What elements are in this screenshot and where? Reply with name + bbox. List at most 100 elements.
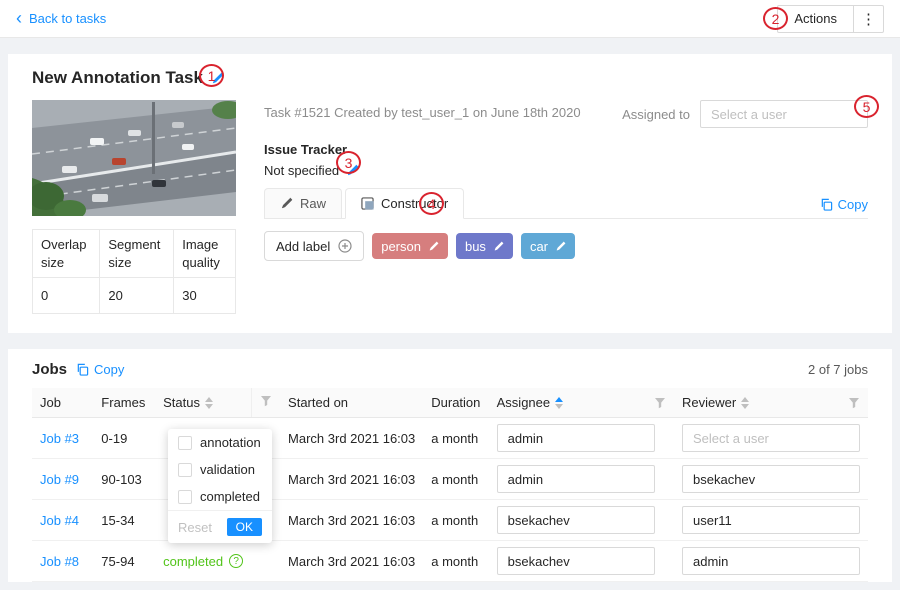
checkbox-validation[interactable] [178,463,192,477]
job-reviewer-input[interactable] [682,424,860,452]
tab-constructor[interactable]: Constructor [345,188,464,219]
job-row: Job #8 75-94 completed ? March 3rd 2021 … [32,541,868,582]
label-chip-bus-name: bus [465,239,486,254]
job-assignee-input[interactable] [497,424,655,452]
labels-tab-bar: Raw Constructor Copy [264,188,868,219]
back-to-tasks-link[interactable]: ‹ Back to tasks [16,11,106,27]
labels-tabs: Raw Constructor Copy Add la [264,188,868,315]
checkbox-annotation[interactable] [178,436,192,450]
tab-raw[interactable]: Raw [264,188,342,218]
jobs-title: Jobs [32,361,67,378]
status-header-label: Status [163,395,200,410]
column-header-assignee: Assignee [489,388,674,418]
job-row: Job #3 0-19 March 3rd 2021 16:03 a month [32,418,868,459]
callout-4: 4 [419,192,444,215]
param-header-overlap: Overlap size [33,230,100,278]
callout-1: 1 [199,64,224,87]
job-link[interactable]: Job #8 [40,554,79,569]
task-meta: Task #1521 Created by test_user_1 on Jun… [264,100,581,120]
param-header-quality: Image quality [174,230,236,278]
issue-tracker-value: Not specified [264,163,339,178]
edit-label-icon[interactable] [428,241,439,252]
question-circle-icon[interactable]: ? [229,554,243,568]
assigned-to-label: Assigned to [622,107,690,122]
reviewer-filter-icon[interactable] [848,397,860,409]
job-duration: a month [423,418,488,459]
back-to-tasks-label: Back to tasks [29,11,106,26]
job-reviewer-input[interactable] [682,506,860,534]
column-header-job: Job [32,388,93,418]
constructor-icon [361,197,374,210]
task-title: New Annotation Task [32,68,203,88]
tab-raw-label: Raw [300,196,326,211]
label-chip-person-name: person [381,239,421,254]
job-link[interactable]: Job #3 [40,431,79,446]
label-chip-car[interactable]: car [521,233,575,259]
job-reviewer-input[interactable] [682,547,860,575]
labels-constructor-area: Add label person bus car [264,219,868,315]
add-label-button[interactable]: Add label [264,231,364,261]
job-link[interactable]: Job #9 [40,472,79,487]
edit-label-icon[interactable] [555,241,566,252]
task-parameters-table: Overlap size Segment size Image quality … [32,229,236,314]
column-header-reviewer: Reviewer [674,388,868,418]
actions-button[interactable]: Actions [777,5,854,33]
copy-icon [820,198,833,211]
task-meta-row: Task #1521 Created by test_user_1 on Jun… [264,100,868,128]
job-link[interactable]: Job #4 [40,513,79,528]
assignee-filter-icon[interactable] [654,397,666,409]
job-started: March 3rd 2021 16:03 [280,459,423,500]
checkbox-completed[interactable] [178,490,192,504]
jobs-table-header-row: Job Frames Status Started on Duration [32,388,868,418]
column-header-started: Started on [280,388,423,418]
label-chip-person[interactable]: person [372,233,448,259]
copy-icon [76,363,89,376]
job-assignee-input[interactable] [497,465,655,493]
job-frames: 15-34 [93,500,155,541]
copy-jobs-link[interactable]: Copy [76,362,124,377]
filter-ok-button[interactable]: OK [227,518,262,536]
status-sort-carets[interactable] [205,397,213,409]
jobs-table: Job Frames Status Started on Duration [32,388,868,582]
filter-option-validation-label: validation [200,462,255,477]
copy-labels-label: Copy [838,197,868,212]
callout-2: 2 [763,7,788,30]
task-assignee-input[interactable] [700,100,868,128]
job-started: March 3rd 2021 16:03 [280,500,423,541]
callout-5: 5 [854,95,879,118]
filter-option-annotation[interactable]: annotation [168,429,272,456]
status-filter-button[interactable] [251,388,280,418]
assigned-to-block: Assigned to [622,100,868,128]
task-right-column: Task #1521 Created by test_user_1 on Jun… [264,100,868,315]
column-header-status: Status [155,388,251,418]
label-chip-bus[interactable]: bus [456,233,513,259]
filter-reset-button[interactable]: Reset [178,520,212,535]
job-duration: a month [423,459,488,500]
filter-option-annotation-label: annotation [200,435,261,450]
job-assignee-input[interactable] [497,506,655,534]
assignee-sort-carets[interactable] [555,397,563,409]
filter-dropdown-footer: Reset OK [168,510,272,543]
job-assignee-input[interactable] [497,547,655,575]
task-left-column: Overlap size Segment size Image quality … [32,100,236,315]
callout-3: 3 [336,151,361,174]
filter-option-completed[interactable]: completed [168,483,272,510]
edit-label-icon[interactable] [493,241,504,252]
jobs-header: Jobs Copy 2 of 7 jobs [32,361,868,388]
param-value-segment: 20 [100,278,174,314]
add-label-text: Add label [276,239,330,254]
copy-labels-link[interactable]: Copy [820,197,868,218]
reviewer-sort-carets[interactable] [741,397,749,409]
chevron-left-icon: ‹ [16,9,22,27]
job-reviewer-input[interactable] [682,465,860,493]
actions-button-group: Actions ⋮ [777,5,884,33]
job-row: Job #9 90-103 March 3rd 2021 16:03 a mon… [32,459,868,500]
job-frames: 90-103 [93,459,155,500]
column-header-frames: Frames [93,388,155,418]
reviewer-header-label: Reviewer [682,395,736,410]
job-duration: a month [423,541,488,582]
filter-option-completed-label: completed [200,489,260,504]
filter-option-validation[interactable]: validation [168,456,272,483]
job-frames: 0-19 [93,418,155,459]
actions-menu-button[interactable]: ⋮ [854,5,884,33]
